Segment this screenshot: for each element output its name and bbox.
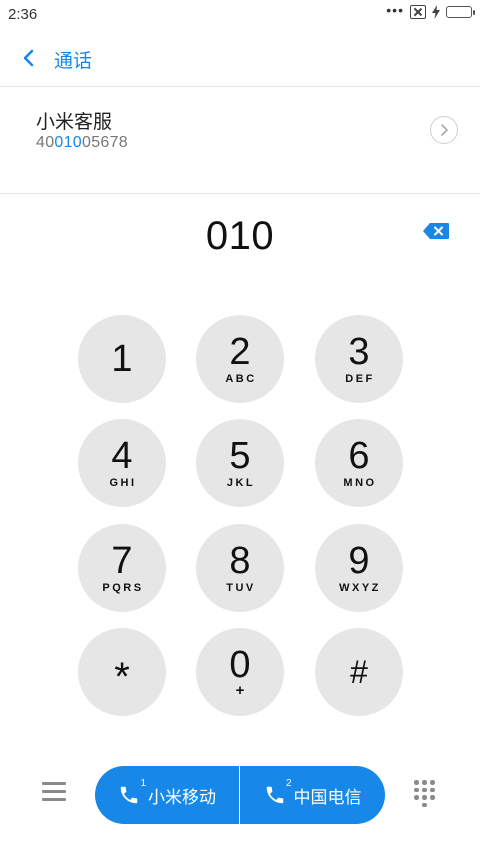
back-button[interactable] xyxy=(16,44,44,72)
charging-bolt-icon xyxy=(432,5,440,19)
status-bar: 2:36 ••• xyxy=(0,0,480,28)
backspace-button[interactable] xyxy=(422,222,450,240)
key-letters: + xyxy=(235,681,245,699)
dialpad-dot xyxy=(422,787,427,792)
header: 通话 xyxy=(0,36,480,80)
key-7[interactable]: 7 PQRS xyxy=(78,524,166,612)
dialpad-dot xyxy=(430,795,435,800)
key-digit: 7 xyxy=(111,540,133,582)
contact-suggestion[interactable]: 小米客服 4001005678 xyxy=(0,87,480,193)
dialpad-dot xyxy=(422,802,427,807)
contact-name: 小米客服 xyxy=(36,112,113,133)
number-suffix: 05678 xyxy=(82,134,129,151)
battery-icon xyxy=(446,6,475,18)
key-letters: DEF xyxy=(345,373,375,385)
phone-icon: 2 xyxy=(264,778,292,806)
dialed-number: 010 xyxy=(205,214,275,258)
key-digit: 0 xyxy=(229,643,251,686)
key-9[interactable]: 9 WXYZ xyxy=(315,524,403,612)
sim-number: 2 xyxy=(285,778,292,789)
key-4[interactable]: 4 GHI xyxy=(78,419,166,507)
dialpad-dot xyxy=(414,795,419,800)
dialpad-dot xyxy=(422,780,427,785)
dialpad-dot xyxy=(414,780,419,785)
key-hash[interactable]: # xyxy=(315,628,403,716)
key-digit: 5 xyxy=(229,435,251,477)
key-3[interactable]: 3 DEF xyxy=(315,315,403,403)
key-digit: 6 xyxy=(348,435,370,477)
call-sim2-button[interactable]: 2 中国电信 xyxy=(240,766,385,824)
no-sim-icon xyxy=(410,5,426,19)
hamburger-menu-icon[interactable] xyxy=(42,782,66,804)
dialpad-dot xyxy=(430,787,435,792)
call-sim1-label: 小米移动 xyxy=(148,787,216,807)
key-digit: # xyxy=(350,654,368,690)
chevron-right-icon xyxy=(441,124,448,136)
dialpad-dot xyxy=(430,780,435,785)
contact-detail-button[interactable] xyxy=(430,116,458,144)
number-match-highlight: 010 xyxy=(54,134,83,151)
backspace-icon xyxy=(423,223,449,239)
key-8[interactable]: 8 TUV xyxy=(196,524,284,612)
key-letters: GHI xyxy=(109,477,137,489)
dialpad-dot xyxy=(422,795,427,800)
key-letters: TUV xyxy=(226,582,256,594)
dialpad-icon[interactable] xyxy=(414,780,438,810)
contact-number: 4001005678 xyxy=(36,134,128,152)
sim-number: 1 xyxy=(140,778,146,789)
status-icons: ••• xyxy=(386,2,475,19)
status-time: 2:36 xyxy=(8,6,38,23)
key-0[interactable]: 0 + xyxy=(196,628,284,716)
key-digit: 1 xyxy=(111,338,133,380)
dialpad-dot xyxy=(414,787,419,792)
key-digit: * xyxy=(114,655,130,699)
key-1[interactable]: 1 xyxy=(78,315,166,403)
key-digit: 2 xyxy=(229,331,251,373)
key-letters: PQRS xyxy=(102,582,144,594)
phone-icon: 1 xyxy=(118,778,146,806)
page-title: 通话 xyxy=(54,51,93,72)
key-6[interactable]: 6 MNO xyxy=(315,419,403,507)
dual-sim-call-buttons: 1 小米移动 2 中国电信 xyxy=(95,766,385,824)
chevron-left-icon xyxy=(23,49,34,67)
key-letters: WXYZ xyxy=(339,582,381,594)
call-sim1-button[interactable]: 1 小米移动 xyxy=(95,766,240,824)
key-star[interactable]: * xyxy=(78,628,166,716)
divider xyxy=(0,193,480,194)
key-digit: 8 xyxy=(229,540,251,582)
key-2[interactable]: 2 ABC xyxy=(196,315,284,403)
number-prefix: 40 xyxy=(36,134,55,151)
key-letters: ABC xyxy=(225,373,257,385)
key-digit: 9 xyxy=(348,540,370,582)
key-letters: MNO xyxy=(343,477,377,489)
call-sim2-label: 中国电信 xyxy=(293,787,362,807)
key-5[interactable]: 5 JKL xyxy=(196,419,284,507)
key-letters: JKL xyxy=(226,477,256,489)
key-digit: 3 xyxy=(348,331,370,373)
more-dots-icon: ••• xyxy=(386,2,404,18)
key-digit: 4 xyxy=(111,435,133,477)
